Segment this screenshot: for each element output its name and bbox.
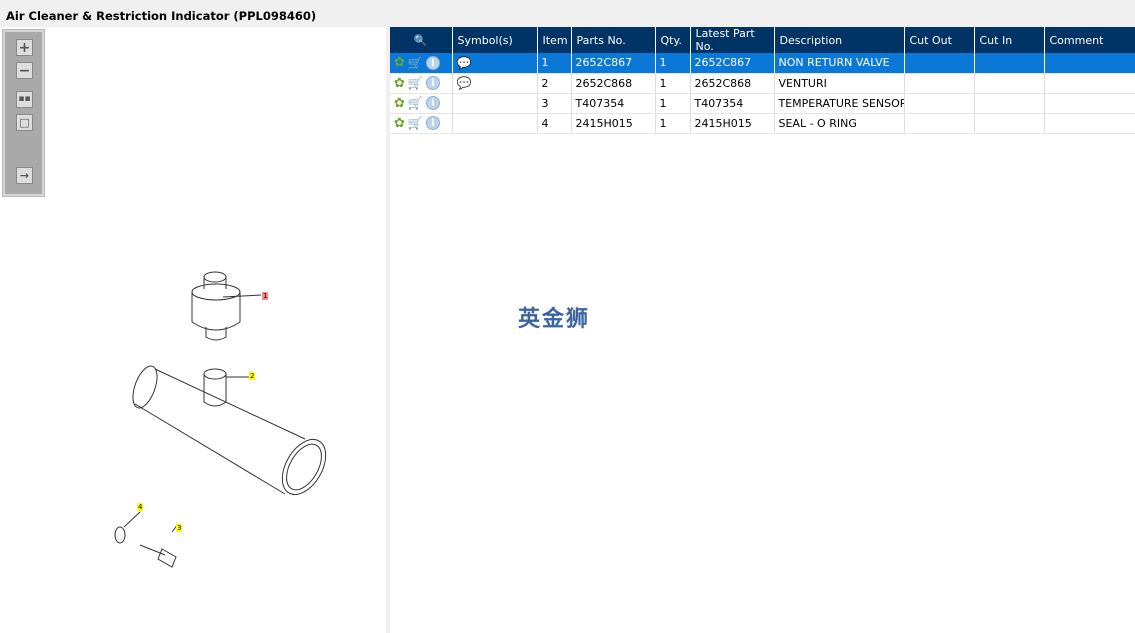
table-header: 🔍 Symbol(s) Item Parts No. Qty. Latest P… <box>390 27 1135 53</box>
column-header[interactable]: Latest Part No. <box>690 27 775 53</box>
note-icon[interactable]: 💬 <box>457 76 472 90</box>
symbol-cell <box>452 113 538 134</box>
cut-out-cell <box>904 113 975 134</box>
qty-cell: 1 <box>655 73 691 94</box>
page-title: Air Cleaner & Restriction Indicator (PPL… <box>0 7 1135 27</box>
column-header[interactable]: Item <box>537 27 572 53</box>
actions-cell: ✿ 🛒 i <box>390 53 453 74</box>
gear-icon[interactable]: ✿ <box>394 96 405 111</box>
comment-cell <box>1044 93 1135 114</box>
symbol-cell <box>452 93 538 114</box>
callout-1[interactable]: 1 <box>262 292 269 300</box>
qty-cell: 1 <box>655 93 691 114</box>
table-row[interactable]: ✿ 🛒 i 💬 1 2652C867 1 2652C867 NON RETURN V… <box>390 53 1135 74</box>
info-icon[interactable]: i <box>425 55 440 70</box>
column-header[interactable]: Parts No. <box>571 27 656 53</box>
actions-cell: ✿ 🛒 i <box>390 93 453 114</box>
info-icon[interactable]: i <box>425 76 440 90</box>
diagram-panel[interactable]: + − ▪▪ □ → 1 2 3 4 <box>0 27 386 633</box>
table-row[interactable]: ✿ 🛒 i 4 2415H015 1 2415H015 SEAL - O RING <box>390 113 1135 134</box>
actions-cell: ✿ 🛒 i <box>390 113 453 134</box>
column-header[interactable]: Cut In <box>974 27 1045 53</box>
cut-in-cell <box>974 73 1045 94</box>
cut-out-cell <box>904 93 975 114</box>
column-header[interactable]: Comment <box>1044 27 1135 53</box>
part-no-cell: 2652C868 <box>571 73 656 94</box>
item-cell: 4 <box>537 113 572 134</box>
item-cell: 2 <box>537 73 572 94</box>
gear-icon[interactable]: ✿ <box>394 116 405 131</box>
table-row[interactable]: ✿ 🛒 i 3 T407354 1 T407354 TEMPERATURE SENS… <box>390 93 1135 114</box>
gear-icon[interactable]: ✿ <box>394 76 405 91</box>
symbol-cell: 💬 <box>452 53 538 74</box>
part-no-cell: 2652C867 <box>571 53 656 74</box>
parts-diagram <box>114 271 327 568</box>
symbol-cell: 💬 <box>452 73 538 94</box>
description-cell: VENTURI <box>774 73 905 94</box>
comment-cell <box>1044 53 1135 74</box>
description-cell: NON RETURN VALVE <box>774 53 905 74</box>
info-icon[interactable]: i <box>425 116 440 130</box>
table-row[interactable]: ✿ 🛒 i 💬 2 2652C868 1 2652C868 VENTURI <box>390 73 1135 94</box>
latest-part-cell: T407354 <box>690 93 775 114</box>
column-header[interactable]: Description <box>774 27 905 53</box>
cart-icon[interactable]: 🛒 <box>408 56 423 70</box>
item-cell: 3 <box>537 93 572 114</box>
column-header-search-icon[interactable]: 🔍 <box>390 27 453 53</box>
comment-cell <box>1044 73 1135 94</box>
qty-cell: 1 <box>655 113 691 134</box>
description-cell: TEMPERATURE SENSOR <box>774 93 905 114</box>
info-icon[interactable]: i <box>425 96 440 110</box>
watermark: 英金狮 <box>518 307 591 332</box>
actions-cell: ✿ 🛒 i <box>390 73 453 94</box>
cart-icon[interactable]: 🛒 <box>408 116 423 130</box>
item-cell: 1 <box>537 53 572 74</box>
callout-2[interactable]: 2 <box>249 372 256 380</box>
note-icon[interactable]: 💬 <box>457 56 472 70</box>
part-no-cell: T407354 <box>571 93 656 114</box>
latest-part-cell: 2652C867 <box>690 53 775 74</box>
gear-icon[interactable]: ✿ <box>394 55 405 70</box>
cut-in-cell <box>974 53 1045 74</box>
parts-table: 🔍 Symbol(s) Item Parts No. Qty. Latest P… <box>390 27 1135 134</box>
cart-icon[interactable]: 🛒 <box>408 96 423 110</box>
cut-in-cell <box>974 93 1045 114</box>
column-header[interactable]: Qty. <box>655 27 691 53</box>
cut-in-cell <box>974 113 1045 134</box>
latest-part-cell: 2652C868 <box>690 73 775 94</box>
comment-cell <box>1044 113 1135 134</box>
column-header[interactable]: Cut Out <box>904 27 975 53</box>
cut-out-cell <box>904 73 975 94</box>
callout-3[interactable]: 3 <box>176 524 183 532</box>
cut-out-cell <box>904 53 975 74</box>
latest-part-cell: 2415H015 <box>690 113 775 134</box>
column-header[interactable]: Symbol(s) <box>452 27 538 53</box>
callout-4[interactable]: 4 <box>137 503 144 511</box>
qty-cell: 1 <box>655 53 691 74</box>
cart-icon[interactable]: 🛒 <box>408 76 423 90</box>
description-cell: SEAL - O RING <box>774 113 905 134</box>
part-no-cell: 2415H015 <box>571 113 656 134</box>
top-strip <box>0 0 1135 7</box>
